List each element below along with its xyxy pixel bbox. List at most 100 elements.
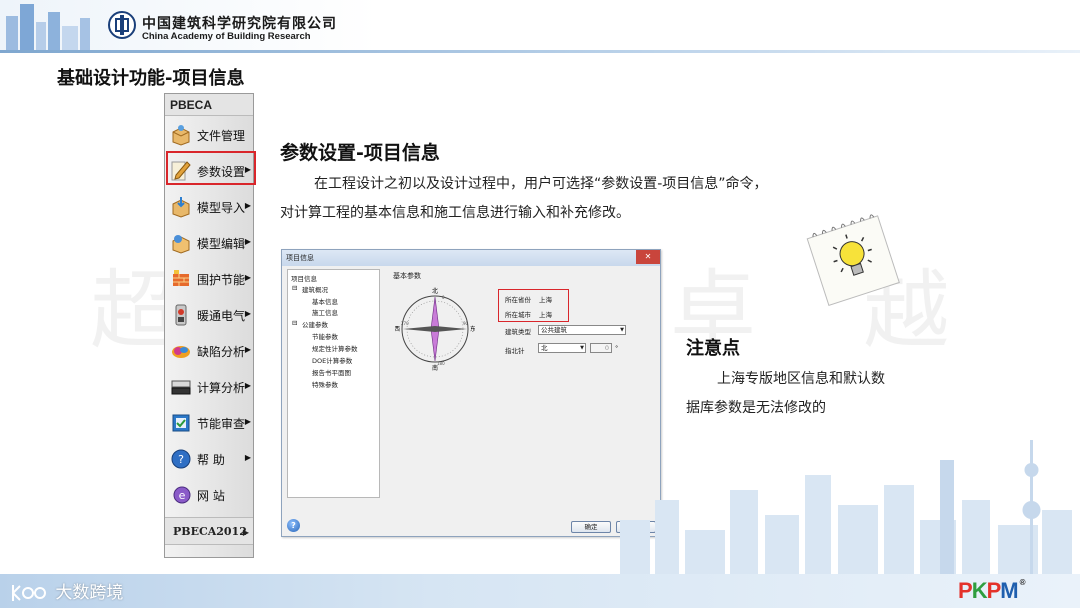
- menu-item-label: 围护节能: [197, 273, 246, 287]
- wall-icon: [173, 270, 189, 286]
- note-paragraph-1: 上海专版地区信息和默认数: [717, 371, 885, 387]
- help-icon: ?: [171, 449, 191, 469]
- review-icon: [172, 414, 190, 432]
- menu-item-envelope[interactable]: 围护节能 ▶: [167, 262, 253, 296]
- folder-box-icon: [172, 125, 190, 146]
- menu-item-label: 帮 助: [197, 453, 225, 467]
- org-name-cn: 中国建筑科学研究院有限公司: [142, 16, 337, 32]
- city-skyline-graphic: [620, 440, 1072, 580]
- compass-east-label: 东: [470, 325, 475, 333]
- svg-text:e: e: [179, 489, 186, 502]
- menu-item-defect[interactable]: 缺陷分析 ▶: [167, 334, 253, 368]
- chevron-down-icon: ▼: [580, 345, 584, 351]
- compass-deg-180: 180: [437, 361, 445, 366]
- settings-tree: 项目信息 ⊟ 建筑概况 基本信息 施工信息 ⊟ 公建参数 节能参数 规定性计算参…: [287, 269, 380, 498]
- cabr-logo-icon: [108, 11, 136, 39]
- highlight-box-params: [166, 151, 256, 185]
- help-icon[interactable]: ?: [287, 519, 300, 532]
- province-label: 所在省份: [505, 296, 531, 304]
- registered-mark: ®: [1019, 578, 1026, 587]
- tree-item[interactable]: 建筑概况: [302, 284, 328, 294]
- tree-expander-icon[interactable]: ⊟: [292, 284, 297, 292]
- menu-item-review[interactable]: 节能审查 ▶: [167, 406, 253, 440]
- angle-unit: °: [615, 344, 619, 352]
- tree-expander-icon[interactable]: ⊟: [292, 319, 297, 327]
- footer-brand-text: 大数跨境: [55, 583, 124, 603]
- menu-item-label: 网 站: [197, 489, 225, 503]
- calculator-icon: [171, 380, 191, 395]
- tree-item[interactable]: 节能参数: [312, 331, 338, 341]
- import-box-icon: [172, 197, 190, 218]
- submenu-arrow-icon: ▶: [244, 453, 251, 462]
- building-type-select[interactable]: 公共建筑 ▼: [538, 325, 626, 335]
- submenu-arrow-icon: ▶: [242, 527, 249, 537]
- menu-item-label: 模型编辑: [197, 237, 246, 251]
- menu-footer-label: PBECA2012: [173, 525, 247, 538]
- menu-item-hvac[interactable]: 暖通电气 ▶: [167, 298, 253, 332]
- tree-item[interactable]: 公建参数: [302, 319, 328, 329]
- org-name-en: China Academy of Building Research: [142, 31, 311, 42]
- website-icon: e: [173, 486, 191, 504]
- svg-text:?: ?: [178, 453, 184, 466]
- submenu-arrow-icon: ▶: [244, 309, 251, 318]
- menu-item-label: 文件管理: [197, 129, 246, 143]
- submenu-arrow-icon: ▶: [244, 345, 251, 354]
- compass-west-label: 西: [395, 326, 400, 333]
- angle-value: 0: [604, 344, 609, 352]
- close-icon[interactable]: ✕: [636, 250, 660, 264]
- menu-item-website[interactable]: e 网 站: [167, 478, 253, 512]
- page-title: 基础设计功能-项目信息: [57, 68, 245, 89]
- footer-brand: 大数跨境: [10, 578, 124, 603]
- basic-params-label: 基本参数: [393, 272, 421, 280]
- section-paragraph-1: 在工程设计之初以及设计过程中，用户可选择“参数设置-项目信息”命令，: [314, 176, 768, 192]
- menu-item-label: 计算分析: [197, 381, 246, 395]
- menu-item-label: 节能审查: [197, 417, 246, 431]
- section-paragraph-2: 对计算工程的基本信息和施工信息进行输入和补充修改。: [280, 205, 630, 221]
- header-buildings-graphic: [6, 4, 90, 50]
- angle-input[interactable]: 0: [590, 343, 612, 353]
- compass-rose-icon: 北 南 东 西 0 90 180 270: [395, 287, 475, 371]
- compass-deg-90: 90: [463, 321, 469, 326]
- menu-item-pbeca2012[interactable]: PBECA2012 ▶: [165, 517, 253, 545]
- menu-item-file[interactable]: 文件管理: [167, 118, 253, 152]
- chevron-down-icon: ▼: [620, 327, 624, 333]
- north-value: 北: [541, 344, 548, 352]
- compass-north-label: 北: [432, 287, 438, 295]
- submenu-arrow-icon: ▶: [244, 273, 251, 282]
- menu-item-label: 缺陷分析: [197, 345, 246, 359]
- note-title: 注意点: [686, 338, 740, 359]
- province-value: 上海: [539, 296, 552, 304]
- tree-item[interactable]: DOE计算参数: [312, 355, 352, 365]
- submenu-arrow-icon: ▶: [244, 237, 251, 246]
- city-value: 上海: [539, 311, 552, 319]
- edit-model-icon: [172, 235, 190, 254]
- section-title: 参数设置-项目信息: [280, 142, 440, 164]
- tree-item[interactable]: 项目信息: [291, 273, 317, 283]
- tree-item[interactable]: 特殊参数: [312, 379, 338, 389]
- tree-item[interactable]: 报告书平面图: [312, 367, 351, 377]
- dialog-title: 项目信息: [282, 250, 660, 266]
- menu-item-model-edit[interactable]: 模型编辑 ▶: [167, 226, 253, 260]
- tree-item[interactable]: 规定性计算参数: [312, 343, 358, 353]
- submenu-arrow-icon: ▶: [244, 381, 251, 390]
- brand-logo-icon: [12, 585, 46, 601]
- tree-item[interactable]: 施工信息: [312, 307, 338, 317]
- menu-item-model-import[interactable]: 模型导入 ▶: [167, 190, 253, 224]
- header-band: 中国建筑科学研究院有限公司 China Academy of Building …: [0, 0, 1080, 50]
- submenu-arrow-icon: ▶: [244, 417, 251, 426]
- menu-item-calc[interactable]: 计算分析 ▶: [167, 370, 253, 404]
- building-type-label: 建筑类型: [505, 328, 531, 336]
- submenu-arrow-icon: ▶: [244, 201, 251, 210]
- city-label: 所在城市: [505, 311, 531, 319]
- analysis-icon: [172, 346, 190, 358]
- menu-item-help[interactable]: ? 帮 助 ▶: [167, 442, 253, 476]
- header-divider: [0, 50, 1080, 53]
- north-select[interactable]: 北 ▼: [538, 343, 586, 353]
- building-type-value: 公共建筑: [541, 326, 567, 334]
- tree-item[interactable]: 基本信息: [312, 296, 338, 306]
- menu-item-label: 暖通电气: [197, 309, 246, 323]
- menu-title: PBECA: [165, 94, 253, 116]
- north-label: 指北针: [505, 347, 525, 355]
- menu-item-label: 模型导入: [197, 201, 246, 215]
- note-paragraph-2: 据库参数是无法修改的: [686, 400, 826, 416]
